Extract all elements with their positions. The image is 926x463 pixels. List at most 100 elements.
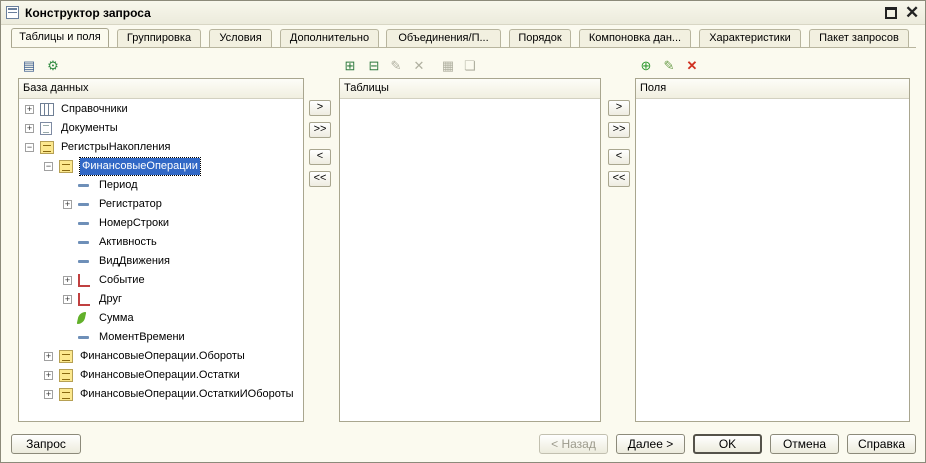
tab-additional[interactable]: Дополнительно xyxy=(280,29,379,47)
tree-item[interactable]: + ФинансовыеОперации.Обороты xyxy=(19,348,299,365)
maximize-icon[interactable] xyxy=(885,7,897,19)
tab-conditions[interactable]: Условия xyxy=(209,29,272,47)
query-builder-window: Конструктор запроса ✕ Таблицы и поля Гру… xyxy=(0,0,926,463)
edit-field-icon[interactable]: ✎ xyxy=(661,58,677,74)
add-field-icon[interactable]: ⊕ xyxy=(638,58,654,74)
tree-item-label: РегистрыНакопления xyxy=(61,141,171,153)
register-icon xyxy=(59,388,73,401)
add-table-button[interactable]: > xyxy=(309,100,331,116)
field-icon xyxy=(78,203,89,206)
cross-table-icon[interactable]: ▦ xyxy=(440,58,456,74)
remove-field-button[interactable]: < xyxy=(608,149,630,165)
add-table-icon[interactable]: ⊞ xyxy=(342,58,358,74)
expand-icon[interactable]: + xyxy=(44,390,53,399)
tree-item-label: ФинансовыеОперации.Обороты xyxy=(80,350,245,362)
tree-item-label: Справочники xyxy=(61,103,128,115)
resource-icon xyxy=(76,312,87,324)
tree-item[interactable]: + ФинансовыеОперации.ОстаткиИОбороты xyxy=(19,386,299,403)
tree-item-label: Регистратор xyxy=(99,198,162,210)
tables-panel-header: Таблицы xyxy=(340,79,600,99)
add-all-tables-button[interactable]: >> xyxy=(309,122,331,138)
register-icon xyxy=(59,160,73,173)
tab-query-batch[interactable]: Пакет запросов xyxy=(809,29,909,47)
query-tree-icon[interactable]: ⚙ xyxy=(45,58,61,74)
tree-item[interactable]: + Регистратор xyxy=(19,196,299,213)
fields-panel[interactable]: Поля xyxy=(635,78,910,422)
tree-item-label: Сумма xyxy=(99,312,134,324)
ok-button[interactable]: OK xyxy=(693,434,762,454)
collapse-icon[interactable]: − xyxy=(25,143,34,152)
edit-table-icon[interactable]: ✎ xyxy=(388,58,404,74)
copy-table-icon[interactable]: ❏ xyxy=(462,58,478,74)
document-icon xyxy=(40,122,52,135)
help-button[interactable]: Справка xyxy=(847,434,916,454)
expand-icon[interactable]: + xyxy=(63,200,72,209)
tree-item[interactable]: + Документы xyxy=(19,120,299,137)
tab-layout[interactable]: Компоновка дан... xyxy=(579,29,691,47)
window-title: Конструктор запроса xyxy=(25,6,151,20)
tab-grouping[interactable]: Группировка xyxy=(117,29,201,47)
tree-item[interactable]: Активность xyxy=(19,234,299,251)
tree-item-label: Период xyxy=(99,179,138,191)
tree-item-label: НомерСтроки xyxy=(99,217,170,229)
add-field-button[interactable]: > xyxy=(608,100,630,116)
field-icon xyxy=(78,241,89,244)
remove-all-tables-button[interactable]: << xyxy=(309,171,331,187)
list-view-icon[interactable]: ▤ xyxy=(21,58,37,74)
next-button[interactable]: Далее > xyxy=(616,434,685,454)
catalog-icon xyxy=(40,103,54,116)
tree-item[interactable]: Период xyxy=(19,177,299,194)
tree-item[interactable]: НомерСтроки xyxy=(19,215,299,232)
expand-icon[interactable]: + xyxy=(25,124,34,133)
tree-item-label: МоментВремени xyxy=(99,331,185,343)
tab-order[interactable]: Порядок xyxy=(509,29,571,47)
expand-icon[interactable]: + xyxy=(25,105,34,114)
tables-panel[interactable]: Таблицы xyxy=(339,78,601,422)
link-icon xyxy=(78,274,90,287)
remove-all-fields-button[interactable]: << xyxy=(608,171,630,187)
window-icon xyxy=(6,6,19,19)
tab-tables-and-fields[interactable]: Таблицы и поля xyxy=(11,28,109,48)
tree-item-label: ВидДвижения xyxy=(99,255,170,267)
tree-item[interactable]: + Друг xyxy=(19,291,299,308)
database-panel-header: База данных xyxy=(19,79,303,99)
back-button[interactable]: < Назад xyxy=(539,434,608,454)
tree-item-label: Событие xyxy=(99,274,145,286)
field-icon xyxy=(78,260,89,263)
field-icon xyxy=(78,222,89,225)
tree-item[interactable]: − РегистрыНакопления xyxy=(19,139,299,156)
tree-item[interactable]: ВидДвижения xyxy=(19,253,299,270)
expand-icon[interactable]: + xyxy=(44,352,53,361)
tab-divider xyxy=(11,47,916,48)
expand-icon[interactable]: + xyxy=(63,276,72,285)
field-icon xyxy=(78,336,89,339)
cancel-button[interactable]: Отмена xyxy=(770,434,839,454)
add-all-fields-button[interactable]: >> xyxy=(608,122,630,138)
remove-table-button[interactable]: < xyxy=(309,149,331,165)
tree-item-label: Друг xyxy=(99,293,122,305)
add-nested-table-icon[interactable]: ⊟ xyxy=(366,58,382,74)
tree-item[interactable]: МоментВремени xyxy=(19,329,299,346)
fields-panel-header: Поля xyxy=(636,79,909,99)
tree-item-label: ФинансовыеОперации.Остатки xyxy=(80,369,240,381)
query-button[interactable]: Запрос xyxy=(11,434,81,454)
database-panel: База данных + Справочники + Документы − Регис… xyxy=(18,78,304,422)
delete-field-icon[interactable]: ✕ xyxy=(684,58,700,74)
tree-item[interactable]: Сумма xyxy=(19,310,299,327)
expand-icon[interactable]: + xyxy=(44,371,53,380)
tree-item-label: ФинансовыеОперации.ОстаткиИОбороты xyxy=(80,388,294,400)
tree-item-label: Активность xyxy=(99,236,157,248)
tree-item[interactable]: + Событие xyxy=(19,272,299,289)
expand-icon[interactable]: + xyxy=(63,295,72,304)
tree-item[interactable]: + ФинансовыеОперации.Остатки xyxy=(19,367,299,384)
collapse-icon[interactable]: − xyxy=(44,162,53,171)
tab-unions[interactable]: Объединения/П... xyxy=(386,29,501,47)
title-bar: Конструктор запроса ✕ xyxy=(1,1,925,25)
delete-table-icon[interactable]: ✕ xyxy=(411,58,427,74)
tree-item[interactable]: − ФинансовыеОперации xyxy=(19,157,299,176)
close-icon[interactable]: ✕ xyxy=(905,4,919,21)
field-icon xyxy=(78,184,89,187)
register-icon xyxy=(40,141,54,154)
tab-characteristics[interactable]: Характеристики xyxy=(699,29,801,47)
tree-item[interactable]: + Справочники xyxy=(19,101,299,118)
